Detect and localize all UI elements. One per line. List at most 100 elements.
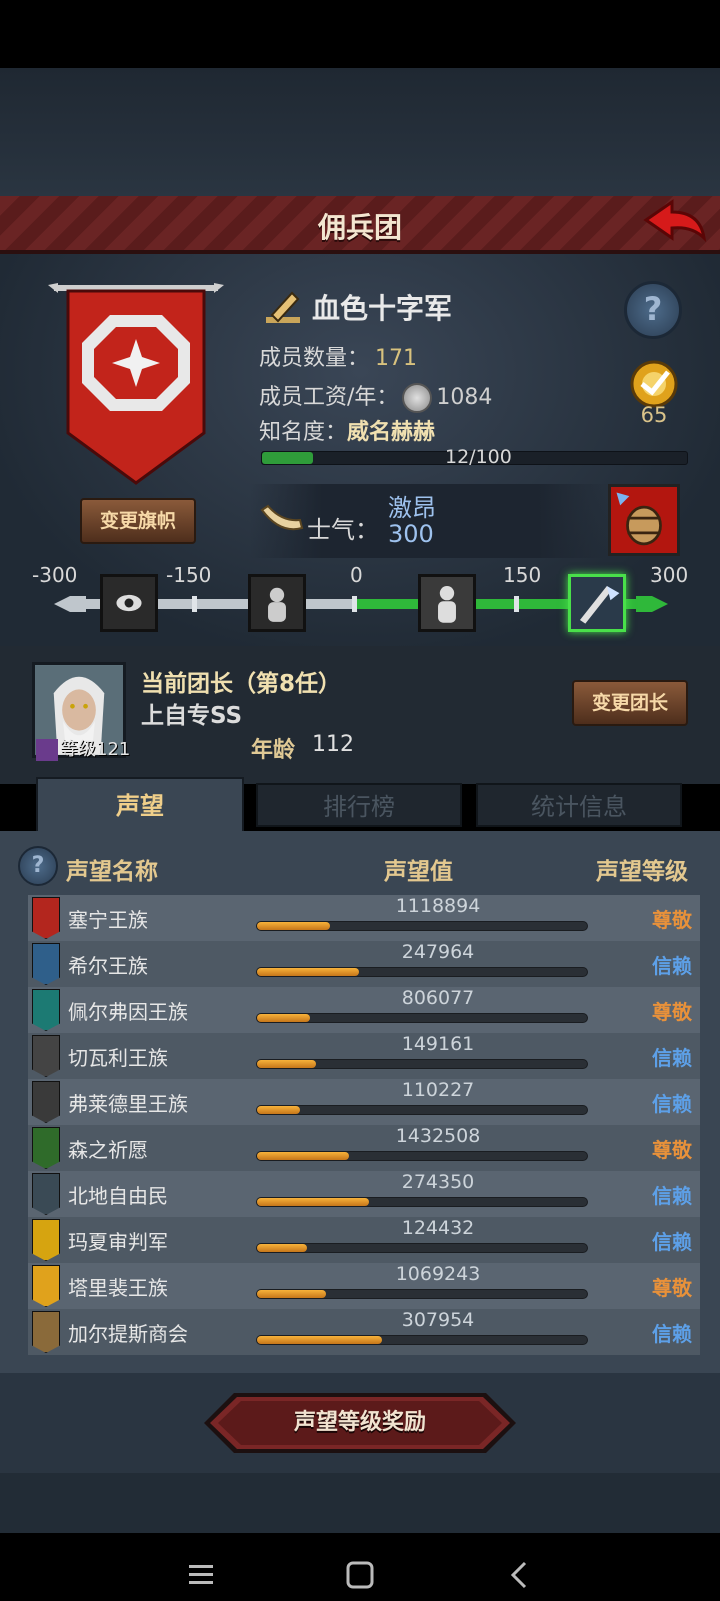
reputation-progress-bar <box>256 1289 588 1299</box>
scale-tick: -150 <box>166 563 212 587</box>
leader-title: 当前团长（第8任） <box>141 671 342 697</box>
faction-name: 塔里裴王族 <box>68 1276 168 1300</box>
faction-emblem-icon <box>32 897 60 939</box>
lower-background <box>0 1473 720 1533</box>
reputation-progress-bar <box>256 1197 588 1207</box>
morale-low-icon[interactable] <box>248 574 306 632</box>
tab-ranking[interactable]: 排行榜 <box>256 783 462 827</box>
reputation-value: 1432508 <box>395 1125 481 1147</box>
reputation-progress-bar <box>256 1335 588 1345</box>
ale-barrel-icon[interactable] <box>608 484 680 556</box>
change-leader-button[interactable]: 变更团长 <box>572 680 688 726</box>
reputation-row[interactable]: 玛夏审判军 124432 信赖 <box>28 1217 700 1263</box>
morale-despair-icon[interactable] <box>100 574 158 632</box>
faction-name: 玛夏审判军 <box>68 1230 168 1254</box>
reputation-row[interactable]: 北地自由民 274350 信赖 <box>28 1171 700 1217</box>
pickaxe-icon <box>36 739 58 761</box>
back-icon[interactable] <box>505 1560 535 1590</box>
reputation-row[interactable]: 希尔王族 247964 信赖 <box>28 941 700 987</box>
reputation-row[interactable]: 森之祈愿 1432508 尊敬 <box>28 1125 700 1171</box>
morale-state: 激昂 <box>388 494 436 522</box>
guild-name-row: 血色十字军 <box>264 287 452 327</box>
morale-label: 士气： <box>307 516 379 544</box>
col-header-value: 声望值 <box>384 859 453 885</box>
reputation-progress-fill <box>257 1014 310 1022</box>
faction-emblem-icon <box>32 1035 60 1077</box>
scale-tick: 300 <box>650 563 689 587</box>
fame-label: 知名度： <box>259 420 348 445</box>
leader-name: 上自专SS <box>141 703 243 729</box>
reputation-value: 247964 <box>401 941 475 963</box>
reputation-row[interactable]: 切瓦利王族 149161 信赖 <box>28 1033 700 1079</box>
recent-apps-icon[interactable] <box>186 1560 216 1590</box>
reputation-value: 149161 <box>401 1033 475 1055</box>
faction-name: 加尔提斯商会 <box>68 1322 188 1346</box>
faction-emblem-icon <box>32 943 60 985</box>
help-button[interactable]: ? <box>624 281 682 339</box>
change-flag-button[interactable]: 变更旗帜 <box>80 498 196 544</box>
reputation-row[interactable]: 弗莱德里王族 110227 信赖 <box>28 1079 700 1125</box>
tab-statistics[interactable]: 统计信息 <box>476 783 682 827</box>
reputation-level: 信赖 <box>652 1046 692 1070</box>
faction-name: 佩尔弗因王族 <box>68 1000 188 1024</box>
reputation-value: 274350 <box>401 1171 475 1193</box>
morale-value: 300 <box>388 520 434 548</box>
reputation-help-button[interactable]: ? <box>18 846 58 886</box>
age-label: 年龄 <box>251 738 296 763</box>
faction-name: 切瓦利王族 <box>68 1046 168 1070</box>
reputation-level: 尊敬 <box>652 1000 692 1024</box>
faction-name: 弗莱德里王族 <box>68 1092 188 1116</box>
guild-level: 65 <box>640 403 668 427</box>
reputation-progress-fill <box>257 1152 350 1160</box>
reputation-level: 信赖 <box>652 1230 692 1254</box>
col-header-name: 声望名称 <box>66 859 158 885</box>
reward-button-label[interactable]: 声望等级奖励 <box>204 1393 516 1453</box>
faction-name: 森之祈愿 <box>68 1138 148 1162</box>
reputation-level: 尊敬 <box>652 1138 692 1162</box>
top-background <box>0 68 720 196</box>
faction-emblem-icon <box>32 1265 60 1307</box>
reputation-level: 信赖 <box>652 1322 692 1346</box>
home-icon[interactable] <box>345 1560 375 1590</box>
salary-label: 成员工资/年： <box>259 385 399 410</box>
morale-normal-icon[interactable] <box>418 574 476 632</box>
reputation-progress-bar <box>256 1013 588 1023</box>
reputation-progress-bar <box>256 1105 588 1115</box>
reputation-progress-bar <box>256 1243 588 1253</box>
morale-high-icon[interactable] <box>568 574 626 632</box>
faction-name: 北地自由民 <box>68 1184 168 1208</box>
page-title: 佣兵团 <box>317 211 402 244</box>
reputation-level: 信赖 <box>652 1092 692 1116</box>
reputation-progress-fill <box>257 1060 317 1068</box>
reputation-progress-bar <box>256 967 588 977</box>
reputation-row[interactable]: 塔里裴王族 1069243 尊敬 <box>28 1263 700 1309</box>
faction-emblem-icon <box>32 989 60 1031</box>
reputation-progress-fill <box>257 922 330 930</box>
leader-level-text: 等级121 <box>60 739 131 760</box>
edit-pencil-icon[interactable] <box>264 287 304 327</box>
reputation-progress-fill <box>257 1198 370 1206</box>
faction-name: 希尔王族 <box>68 954 148 978</box>
reputation-row[interactable]: 塞宁王族 1118894 尊敬 <box>28 895 700 941</box>
members-stat: 成员数量： 171 <box>259 340 417 372</box>
back-arrow-icon[interactable] <box>642 198 708 250</box>
reputation-row[interactable]: 加尔提斯商会 307954 信赖 <box>28 1309 700 1355</box>
faction-emblem-icon <box>32 1173 60 1215</box>
members-value: 171 <box>375 346 418 371</box>
col-header-level: 声望等级 <box>596 859 688 885</box>
reputation-value: 806077 <box>401 987 475 1009</box>
reputation-value: 124432 <box>401 1217 475 1239</box>
reputation-level: 尊敬 <box>652 1276 692 1300</box>
tab-reputation[interactable]: 声望 <box>36 777 244 831</box>
tab-bar: 声望 排行榜 统计信息 <box>36 777 686 831</box>
reputation-level: 信赖 <box>652 954 692 978</box>
reputation-progress-fill <box>257 1106 300 1114</box>
faction-emblem-icon <box>32 1081 60 1123</box>
status-bar <box>0 0 720 68</box>
faction-emblem-icon <box>32 1311 60 1353</box>
reputation-row[interactable]: 佩尔弗因王族 806077 尊敬 <box>28 987 700 1033</box>
title-bar: 佣兵团 <box>0 196 720 254</box>
silver-coin-icon <box>402 383 433 413</box>
war-horn-icon <box>260 504 304 531</box>
members-label: 成员数量： <box>259 346 370 371</box>
